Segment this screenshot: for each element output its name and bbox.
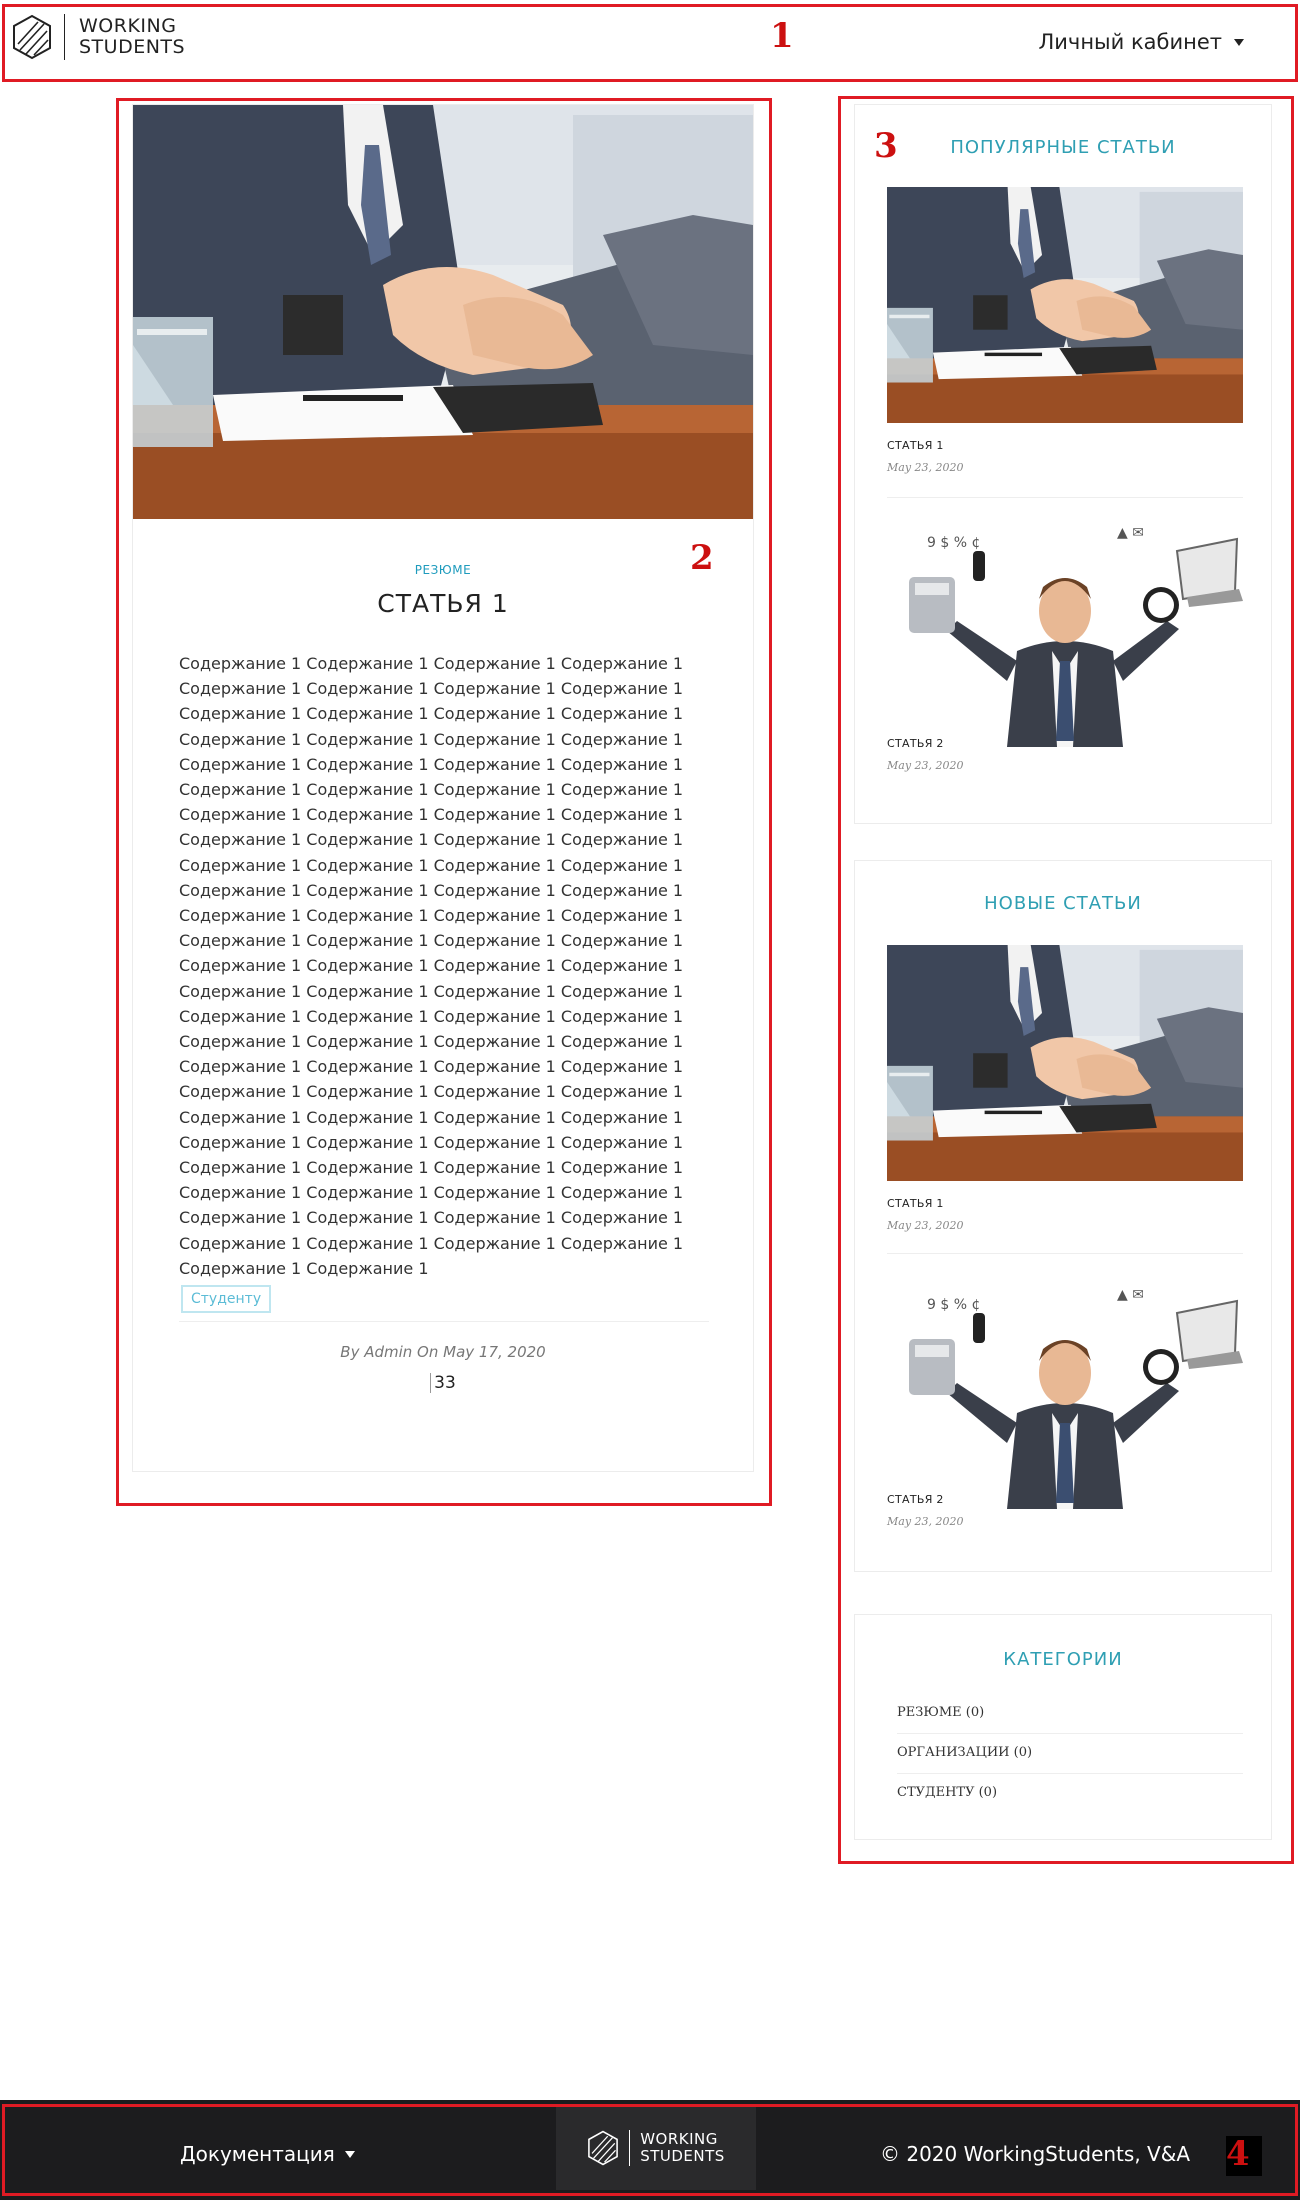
annotation-number-3: 3 bbox=[874, 126, 898, 166]
annotation-frame-sidebar bbox=[838, 96, 1294, 1864]
annotation-frame-header bbox=[2, 4, 1298, 82]
annotation-number-1: 1 bbox=[770, 16, 794, 56]
annotation-number-4: 4 bbox=[1226, 2134, 1250, 2174]
annotation-number-2: 2 bbox=[690, 538, 714, 578]
annotation-frame-article bbox=[116, 98, 772, 1506]
annotation-frame-footer bbox=[2, 2104, 1298, 2196]
